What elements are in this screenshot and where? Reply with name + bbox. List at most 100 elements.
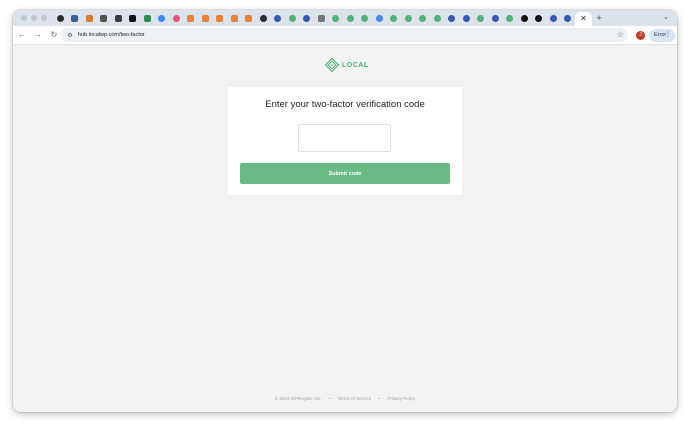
wordpress-icon [462, 14, 470, 22]
terms-link[interactable]: Terms of Service [338, 396, 372, 401]
browser-tab[interactable] [227, 10, 242, 26]
local-icon [419, 14, 427, 22]
wordpress-icon [491, 14, 499, 22]
browser-tab[interactable] [68, 10, 83, 26]
browser-tab[interactable] [387, 10, 402, 26]
tab-search-icon[interactable]: ⌄ [661, 13, 671, 23]
address-bar[interactable]: ⚙ hub.localwp.com/two-factor ☆ [60, 28, 628, 42]
minimize-window-button[interactable] [31, 15, 37, 21]
close-tab-icon[interactable]: ✕ [580, 12, 587, 26]
local-icon [346, 14, 354, 22]
dark-square-icon [114, 14, 122, 22]
browser-tab[interactable] [300, 10, 315, 26]
local-icon [361, 14, 369, 22]
browser-tab[interactable] [198, 10, 213, 26]
wordpress-icon [274, 14, 282, 22]
active-tab[interactable]: ✕ [575, 12, 592, 26]
orange-icon [201, 14, 209, 22]
browser-tab[interactable] [503, 10, 518, 26]
tab-strip: ✕ + ⌄ [13, 10, 677, 26]
browser-tab[interactable] [256, 10, 271, 26]
browser-tab[interactable] [97, 10, 112, 26]
site-info-icon[interactable]: ⚙ [65, 32, 75, 39]
local-icon [404, 14, 412, 22]
browser-tab[interactable] [546, 10, 561, 26]
dark-grid-icon [100, 14, 108, 22]
browser-tab[interactable] [561, 10, 576, 26]
window-controls [21, 15, 47, 21]
black-circle-icon [520, 14, 528, 22]
maximize-window-button[interactable] [41, 15, 47, 21]
browser-tab[interactable] [372, 10, 387, 26]
submit-code-button[interactable]: Submit code [240, 163, 450, 184]
browser-tab[interactable] [53, 10, 68, 26]
orange-icon [230, 14, 238, 22]
new-tab-button[interactable]: + [592, 10, 606, 26]
wordpress-icon [448, 14, 456, 22]
orange-grid-icon [85, 14, 93, 22]
copyright-text: © 2024 WPEngine, Inc. [274, 396, 322, 401]
verification-code-input[interactable] [298, 124, 391, 152]
browser-tab[interactable] [111, 10, 126, 26]
browser-tab[interactable] [82, 10, 97, 26]
wordpress-icon [564, 14, 572, 22]
browser-window: ✕ + ⌄ ← → ↻ ⚙ hub.localwp.com/two-factor… [13, 10, 677, 412]
pink-circle-icon [172, 14, 180, 22]
blue-square-icon [71, 14, 79, 22]
browser-tab[interactable] [488, 10, 503, 26]
page-content: LOCAL Enter your two-factor verification… [13, 45, 677, 412]
bookmark-star-icon[interactable]: ☆ [617, 29, 624, 41]
dots-icon [317, 14, 325, 22]
privacy-link[interactable]: Privacy Policy [387, 396, 415, 401]
browser-tab[interactable] [343, 10, 358, 26]
browser-tab[interactable] [140, 10, 155, 26]
back-icon[interactable]: ← [15, 28, 29, 42]
footer-separator: • [378, 396, 380, 401]
browser-tab[interactable] [532, 10, 547, 26]
footer-separator: • [328, 396, 331, 401]
local-logo-icon [325, 58, 339, 72]
page-footer: © 2024 WPEngine, Inc. • Terms of Service… [13, 396, 677, 401]
browser-tab[interactable] [517, 10, 532, 26]
local-icon [506, 14, 514, 22]
wordpress-icon [549, 14, 557, 22]
orange-icon [187, 14, 195, 22]
reload-icon[interactable]: ↻ [47, 28, 61, 42]
page-title: Enter your two-factor verification code [265, 99, 425, 110]
browser-tab[interactable] [126, 10, 141, 26]
github-icon [259, 14, 267, 22]
black-circle-icon [535, 14, 543, 22]
browser-tab[interactable] [242, 10, 257, 26]
browser-tab[interactable] [169, 10, 184, 26]
browser-tab[interactable] [271, 10, 286, 26]
profile-avatar[interactable]: J [636, 31, 645, 40]
browser-tab[interactable] [459, 10, 474, 26]
black-square-icon [129, 14, 137, 22]
tab-list [53, 10, 575, 26]
github-icon [56, 14, 64, 22]
browser-tab[interactable] [401, 10, 416, 26]
browser-tab[interactable] [358, 10, 373, 26]
two-factor-card: Enter your two-factor verification code … [228, 87, 462, 195]
close-window-button[interactable] [21, 15, 27, 21]
local-icon [390, 14, 398, 22]
browser-tab[interactable] [285, 10, 300, 26]
browser-tab[interactable] [430, 10, 445, 26]
browser-toolbar: ← → ↻ ⚙ hub.localwp.com/two-factor ☆ J E… [13, 26, 677, 45]
browser-tab[interactable] [155, 10, 170, 26]
browser-tab[interactable] [184, 10, 199, 26]
url-text: hub.localwp.com/two-factor [78, 32, 145, 38]
browser-tab[interactable] [445, 10, 460, 26]
local-logo: LOCAL [325, 58, 369, 72]
menu-dots-icon[interactable]: ⋮ [665, 29, 671, 42]
browser-tab[interactable] [314, 10, 329, 26]
forward-icon[interactable]: → [31, 28, 45, 42]
browser-tab[interactable] [329, 10, 344, 26]
browser-tab[interactable] [474, 10, 489, 26]
browser-tab[interactable] [416, 10, 431, 26]
brand-name: LOCAL [342, 61, 369, 69]
error-badge[interactable]: Error ⋮ [649, 29, 675, 42]
browser-tab[interactable] [213, 10, 228, 26]
local-icon [332, 14, 340, 22]
local-icon [433, 14, 441, 22]
